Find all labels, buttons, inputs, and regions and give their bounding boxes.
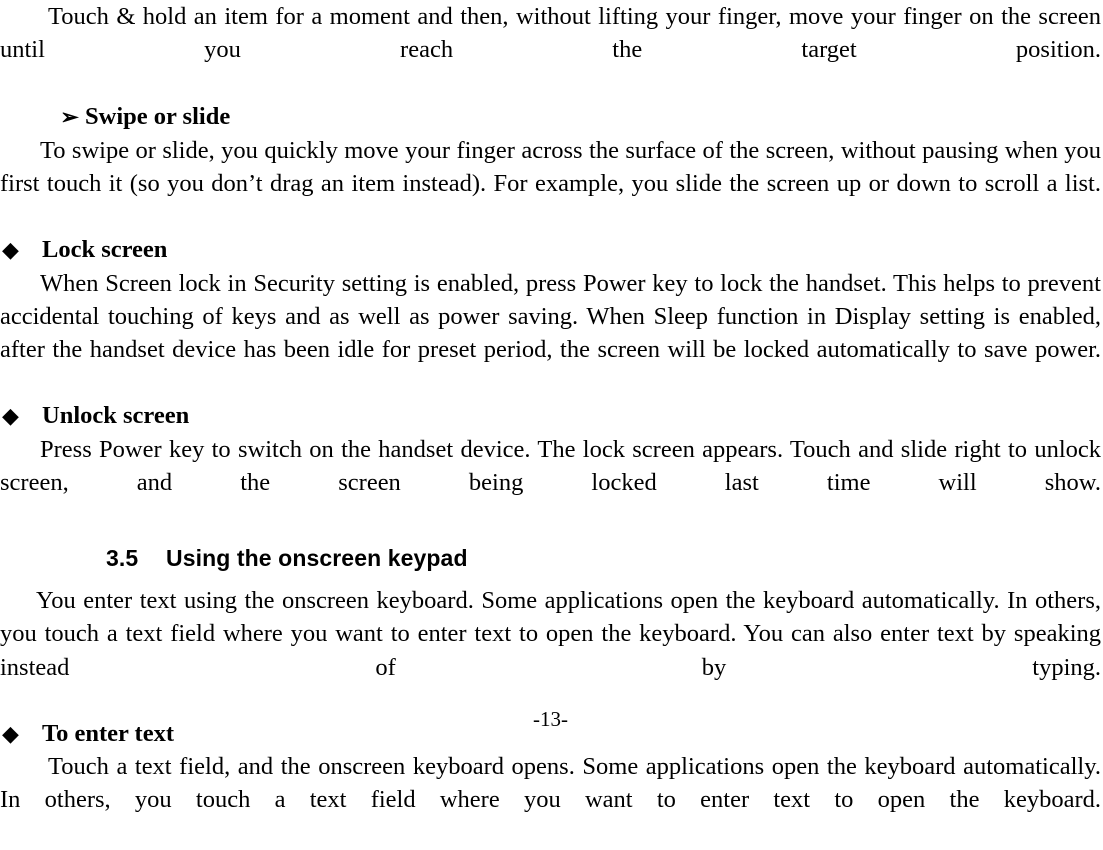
paragraph-onscreen-keypad: You enter text using the onscreen keyboa… xyxy=(0,587,1101,681)
diamond-bullet-icon: ◆ xyxy=(2,403,19,429)
paragraph-touch-and-hold: Touch & hold an item for a moment and th… xyxy=(0,3,1101,64)
section-title: Using the onscreen keypad xyxy=(166,545,468,572)
paragraph-lock-screen: When Screen lock in Security setting is … xyxy=(0,269,1101,364)
page-footer: -13- xyxy=(0,706,1101,732)
document-page: Touch & hold an item for a moment and th… xyxy=(0,0,1103,813)
heading-unlock-screen-label: Unlock screen xyxy=(42,402,190,430)
heading-swipe-or-slide: ➢ Swipe or slide xyxy=(0,100,1101,134)
arrow-bullet-icon: ➢ xyxy=(60,104,79,129)
paragraph-to-enter-text: Touch a text field, and the onscreen key… xyxy=(0,753,1101,814)
paragraph-unlock-screen: Press Power key to switch on the handset… xyxy=(0,435,1101,496)
heading-lock-screen: ◆ Lock screen xyxy=(0,233,1101,266)
section-number: 3.5 xyxy=(106,545,139,572)
paragraph-swipe-or-slide: To swipe or slide, you quickly move your… xyxy=(0,136,1101,198)
page-number: -13- xyxy=(533,707,568,731)
section-heading-3-5: 3.5 Using the onscreen keypad xyxy=(0,538,1101,578)
heading-swipe-or-slide-label: Swipe or slide xyxy=(85,102,231,130)
heading-unlock-screen: ◆ Unlock screen xyxy=(0,399,1101,432)
diamond-bullet-icon: ◆ xyxy=(2,237,19,263)
heading-lock-screen-label: Lock screen xyxy=(42,236,168,264)
